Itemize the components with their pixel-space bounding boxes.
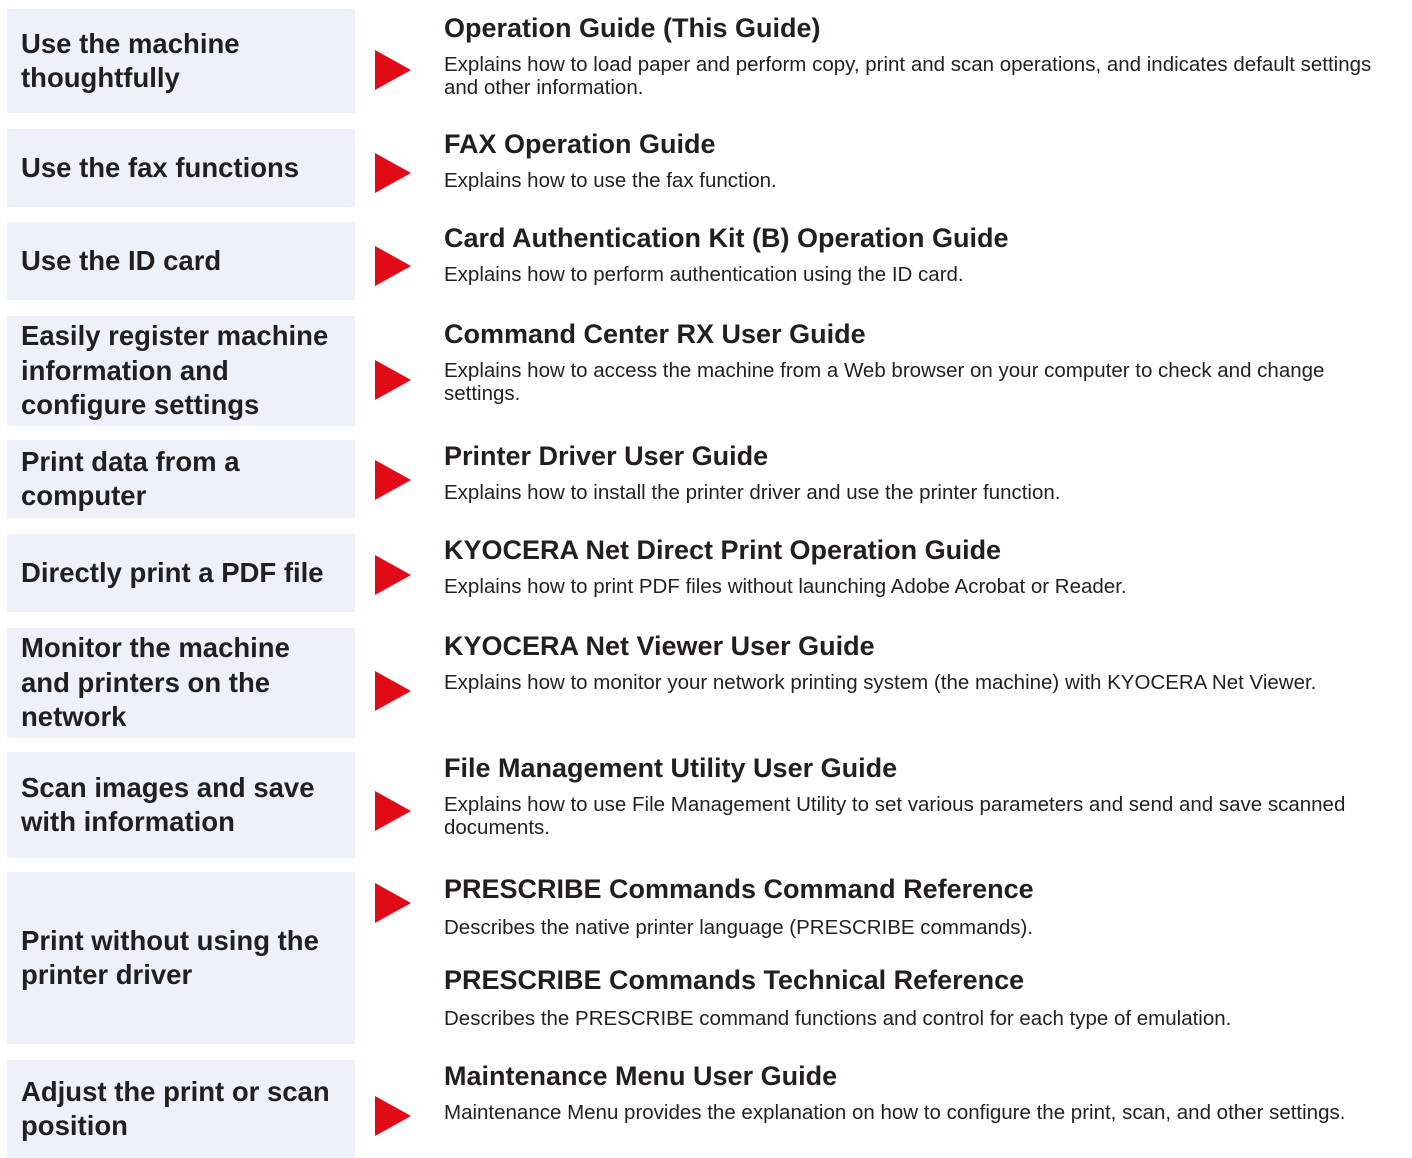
arrow-right-icon [375, 883, 411, 923]
arrow-right-icon [375, 153, 411, 193]
task-label: Use the machine thoughtfully [21, 27, 240, 94]
guide-row: Print without using the printer driver P… [0, 872, 1412, 1044]
guide-row: Monitor the machine and printers on the … [0, 628, 1412, 738]
guide-title: KYOCERA Net Viewer User Guide [444, 631, 875, 661]
guide-title: Card Authentication Kit (B) Operation Gu… [444, 223, 1009, 253]
guide-row: Easily register machine information and … [0, 316, 1412, 426]
guide-title: Command Center RX User Guide [444, 319, 866, 349]
guide-title: Operation Guide (This Guide) [444, 13, 821, 43]
guide-description: Explains how to perform authentication u… [444, 263, 964, 286]
guide-row: Adjust the print or scan position Mainte… [0, 1060, 1412, 1158]
task-box: Adjust the print or scan position [7, 1060, 355, 1158]
guide-description: Explains how to use the fax function. [444, 169, 777, 192]
arrow-right-icon [375, 555, 411, 595]
guide-row: Directly print a PDF file KYOCERA Net Di… [0, 534, 1412, 612]
guide-list: Card Authentication Kit (B) Operation Gu… [444, 222, 1404, 287]
task-box: Use the ID card [7, 222, 355, 300]
task-label: Scan images and save with information [21, 771, 315, 838]
task-box: Use the fax functions [7, 129, 355, 207]
guide-description: Explains how to monitor your network pri… [444, 671, 1317, 694]
guide-list: File Management Utility User Guide Expla… [444, 752, 1404, 839]
task-label: Adjust the print or scan position [21, 1075, 330, 1142]
guide-row: Scan images and save with information Fi… [0, 752, 1412, 858]
guide-description: Explains how to use File Management Util… [444, 793, 1346, 839]
task-label: Easily register machine information and … [21, 320, 329, 421]
guide-description: Explains how to install the printer driv… [444, 481, 1061, 504]
task-label: Print data from a computer [21, 445, 240, 512]
task-box: Monitor the machine and printers on the … [7, 628, 355, 738]
task-box: Print data from a computer [7, 440, 355, 518]
task-label: Use the ID card [21, 244, 222, 276]
arrow-right-icon [375, 360, 411, 400]
task-label: Print without using the printer driver [21, 924, 319, 991]
guide-list: PRESCRIBE Commands Command Reference Des… [444, 873, 1404, 1030]
guide-list: KYOCERA Net Viewer User Guide Explains h… [444, 630, 1404, 695]
guide-row: Use the ID card Card Authentication Kit … [0, 222, 1412, 300]
task-label: Directly print a PDF file [21, 556, 324, 588]
guide-list: Maintenance Menu User Guide Maintenance … [444, 1060, 1404, 1125]
guide-title: Maintenance Menu User Guide [444, 1061, 838, 1091]
guide-list: FAX Operation Guide Explains how to use … [444, 128, 1404, 193]
task-box: Print without using the printer driver [7, 872, 355, 1044]
arrow-right-icon [375, 671, 411, 711]
guide-description: Describes the PRESCRIBE command function… [444, 1006, 1232, 1030]
arrow-right-icon [375, 50, 411, 90]
guide-description: Explains how to print PDF files without … [444, 575, 1127, 598]
arrow-right-icon [375, 791, 411, 831]
guide-row: Use the fax functions FAX Operation Guid… [0, 129, 1412, 207]
guide-list: KYOCERA Net Direct Print Operation Guide… [444, 534, 1404, 599]
task-box: Easily register machine information and … [7, 316, 355, 426]
arrow-right-icon [375, 1096, 411, 1136]
task-box: Directly print a PDF file [7, 534, 355, 612]
guide-description: Describes the native printer language (P… [444, 916, 1034, 939]
arrow-right-icon [375, 460, 411, 500]
guide-list: Printer Driver User Guide Explains how t… [444, 440, 1404, 505]
guide-title: KYOCERA Net Direct Print Operation Guide [444, 535, 1002, 565]
arrow-right-icon [375, 246, 411, 286]
guide-description: Explains how to load paper and perform c… [444, 53, 1372, 99]
guide-title: File Management Utility User Guide [444, 753, 898, 783]
task-box: Scan images and save with information [7, 752, 355, 858]
guide-description: Explains how to access the machine from … [444, 359, 1325, 405]
guide-list: Operation Guide (This Guide) Explains ho… [444, 12, 1404, 99]
task-box: Use the machine thoughtfully [7, 9, 355, 113]
guide-title: PRESCRIBE Commands Technical Reference [444, 964, 1025, 995]
task-label: Use the fax functions [21, 151, 300, 183]
task-label: Monitor the machine and printers on the … [21, 632, 290, 733]
guide-row: Print data from a computer Printer Drive… [0, 440, 1412, 518]
guide-row: Use the machine thoughtfully Operation G… [0, 9, 1412, 113]
guide-description: Maintenance Menu provides the explanatio… [444, 1101, 1346, 1124]
guide-title: Printer Driver User Guide [444, 441, 769, 471]
guide-title: PRESCRIBE Commands Command Reference [444, 874, 1034, 904]
guide-list: Command Center RX User Guide Explains ho… [444, 318, 1404, 405]
guide-title: FAX Operation Guide [444, 129, 716, 159]
